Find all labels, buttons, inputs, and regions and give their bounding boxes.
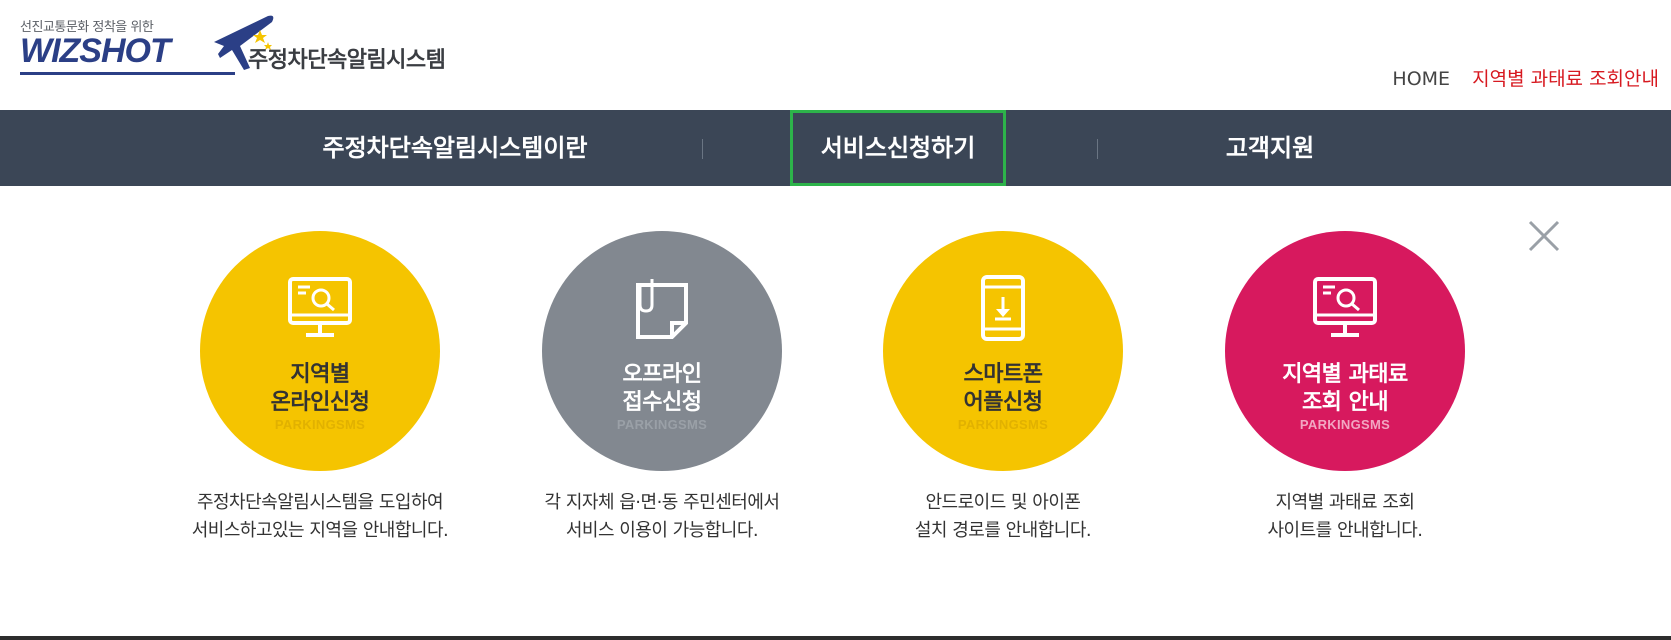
card-circle[interactable]: 스마트폰 어플신청 PARKINGSMS: [883, 231, 1123, 471]
document-clip-icon: [636, 279, 688, 339]
utility-links: HOME 지역별 과태료 조회안내: [1392, 64, 1659, 91]
nav-item-about[interactable]: 주정차단속알림시스템이란: [275, 110, 635, 186]
card-description: 지역별 과태료 조회 사이트를 안내합니다.: [1200, 489, 1490, 545]
nav-divider: [1097, 139, 1098, 159]
fee-inquiry-link[interactable]: 지역별 과태료 조회안내: [1472, 68, 1659, 90]
logo-underline: [20, 72, 235, 75]
card-description: 주정차단속알림시스템을 도입하여 서비스하고있는 지역을 안내합니다.: [175, 489, 465, 545]
desc-line1: 지역별 과태료 조회: [1275, 492, 1415, 513]
logo-wordmark: WIZSHOT: [20, 32, 171, 70]
card-circle[interactable]: 오프라인 접수신청 PARKINGSMS: [542, 231, 782, 471]
card-title-line2: 조회 안내: [1301, 390, 1389, 415]
card-title-line2: 접수신청: [622, 390, 702, 415]
nav-divider: [702, 139, 703, 159]
desc-line2: 서비스하고있는 지역을 안내합니다.: [191, 520, 449, 541]
monitor-search-icon: [288, 277, 352, 337]
home-link[interactable]: HOME: [1392, 68, 1450, 90]
smartphone-download-icon: [981, 275, 1025, 341]
monitor-search-icon: [1313, 277, 1377, 337]
card-title-line2: 온라인신청: [270, 390, 370, 415]
card-title-line2: 어플신청: [963, 390, 1043, 415]
nav-item-support[interactable]: 고객지원: [1160, 110, 1380, 186]
desc-line1: 주정차단속알림시스템을 도입하여: [196, 492, 444, 513]
desc-line2: 사이트를 안내합니다.: [1267, 520, 1423, 541]
close-icon[interactable]: [1524, 216, 1564, 256]
card-subtitle: PARKINGSMS: [616, 417, 708, 432]
card-subtitle: PARKINGSMS: [274, 417, 366, 432]
logo-title: 주정차단속알림시스템: [248, 48, 446, 73]
nav-item-service-apply[interactable]: 서비스신청하기: [790, 110, 1006, 186]
card-subtitle: PARKINGSMS: [957, 417, 1049, 432]
main-nav: 주정차단속알림시스템이란 서비스신청하기 고객지원: [0, 110, 1671, 186]
service-dropdown-panel: 지역별 온라인신청 PARKINGSMS 주정차단속알림시스템을 도입하여 서비…: [0, 186, 1671, 636]
card-description: 각 지자체 읍·면·동 주민센터에서 서비스 이용이 가능합니다.: [517, 489, 807, 545]
card-circle[interactable]: 지역별 온라인신청 PARKINGSMS: [200, 231, 440, 471]
desc-line2: 설치 경로를 안내합니다.: [914, 520, 1092, 541]
card-circle[interactable]: 지역별 과태료 조회 안내 PARKINGSMS: [1225, 231, 1465, 471]
site-header: 선진교통문화 정착을 위한 WIZSHOT 주정차단속알림시스템 HOME 지역…: [0, 0, 1671, 110]
desc-line1: 각 지자체 읍·면·동 주민센터에서: [544, 492, 780, 513]
site-logo[interactable]: 선진교통문화 정착을 위한 WIZSHOT 주정차단속알림시스템: [20, 12, 480, 78]
desc-line1: 안드로이드 및 아이폰: [925, 492, 1081, 513]
card-description: 안드로이드 및 아이폰 설치 경로를 안내합니다.: [858, 489, 1148, 545]
background-strip: [0, 636, 1671, 640]
desc-line2: 서비스 이용이 가능합니다.: [565, 520, 759, 541]
card-subtitle: PARKINGSMS: [1299, 417, 1391, 432]
